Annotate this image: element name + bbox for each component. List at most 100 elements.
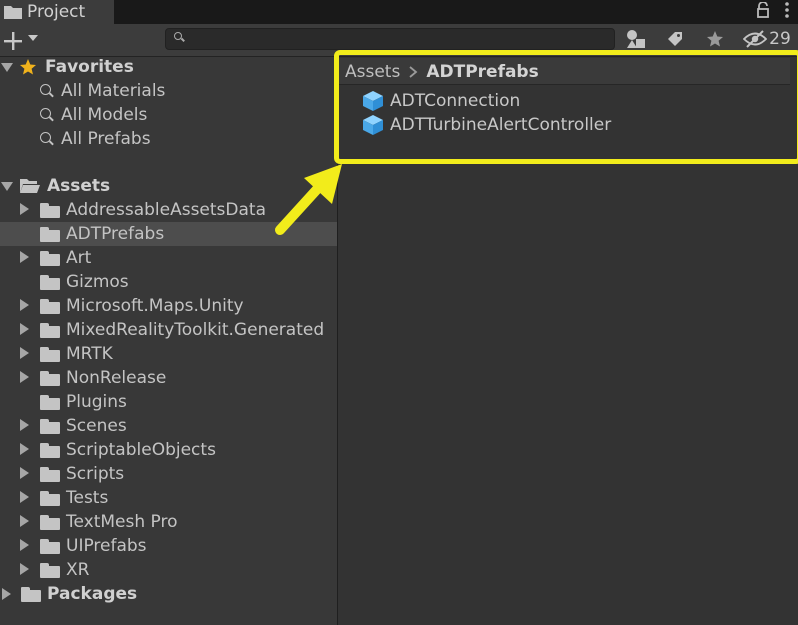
asset-item[interactable]: ADTTurbineAlertController bbox=[362, 113, 611, 137]
caret-down-icon[interactable] bbox=[1, 181, 13, 191]
caret-right-icon[interactable] bbox=[20, 443, 29, 455]
folder-row[interactable]: UIPrefabs bbox=[0, 534, 337, 558]
folder-icon bbox=[40, 538, 60, 554]
folder-label: NonRelease bbox=[66, 368, 167, 388]
folder-row[interactable]: MixedRealityToolkit.Generated bbox=[0, 318, 337, 342]
folder-open-icon bbox=[20, 179, 40, 193]
kebab-menu-icon[interactable] bbox=[784, 2, 790, 18]
folder-row[interactable]: NonRelease bbox=[0, 366, 337, 390]
caret-right-icon[interactable] bbox=[20, 539, 29, 551]
folder-label: TextMesh Pro bbox=[66, 512, 178, 532]
search-icon bbox=[40, 131, 51, 143]
assets-label: Assets bbox=[47, 176, 111, 196]
favorites-label: Favorites bbox=[45, 57, 134, 77]
favorites-header[interactable]: Favorites bbox=[0, 57, 337, 79]
folder-icon bbox=[40, 250, 60, 266]
caret-right-icon[interactable] bbox=[20, 563, 29, 575]
caret-right-icon[interactable] bbox=[20, 515, 29, 527]
caret-right-icon[interactable] bbox=[20, 371, 29, 383]
folder-row[interactable]: MRTK bbox=[0, 342, 337, 366]
favorite-item[interactable]: All Prefabs bbox=[0, 127, 337, 151]
folder-label: MRTK bbox=[66, 344, 113, 364]
eye-slash-icon bbox=[743, 30, 768, 48]
folder-row[interactable]: Microsoft.Maps.Unity bbox=[0, 294, 337, 318]
caret-right-icon[interactable] bbox=[20, 467, 29, 479]
folder-label: Scenes bbox=[66, 416, 127, 436]
caret-right-icon[interactable] bbox=[20, 203, 29, 215]
folder-label: ADTPrefabs bbox=[66, 224, 165, 244]
tab-bar: Project bbox=[0, 0, 798, 24]
search-icon bbox=[174, 32, 182, 40]
folder-label: Plugins bbox=[66, 392, 127, 412]
folder-icon bbox=[21, 586, 41, 602]
breadcrumb-root[interactable]: Assets bbox=[345, 62, 400, 82]
tab-project[interactable]: Project bbox=[0, 0, 114, 24]
hidden-packages-count: 29 bbox=[769, 29, 791, 49]
caret-right-icon[interactable] bbox=[20, 323, 29, 335]
folder-icon bbox=[40, 226, 60, 242]
folder-icon bbox=[40, 394, 60, 410]
caret-right-icon[interactable] bbox=[2, 588, 11, 600]
favorite-item[interactable]: All Materials bbox=[0, 79, 337, 103]
asset-label: ADTConnection bbox=[390, 91, 521, 111]
folder-label: Scripts bbox=[66, 464, 125, 484]
folder-row[interactable]: Scripts bbox=[0, 462, 337, 486]
folder-icon bbox=[4, 6, 22, 19]
breadcrumb-current[interactable]: ADTPrefabs bbox=[426, 62, 538, 82]
caret-right-icon[interactable] bbox=[20, 251, 29, 263]
folder-icon bbox=[40, 346, 60, 362]
project-toolbar: 29 bbox=[0, 24, 798, 57]
lock-icon[interactable] bbox=[756, 2, 770, 18]
save-search-favorite-button[interactable] bbox=[700, 26, 730, 52]
folder-row[interactable]: Plugins bbox=[0, 390, 337, 414]
search-input[interactable] bbox=[190, 30, 604, 49]
folder-label: ScriptableObjects bbox=[66, 440, 216, 460]
favorite-label: All Prefabs bbox=[61, 129, 151, 149]
asset-content-area bbox=[338, 57, 798, 625]
plus-icon bbox=[4, 31, 22, 50]
folder-label: AddressableAssetsData bbox=[66, 200, 267, 220]
folder-label: Art bbox=[66, 248, 92, 268]
folder-row[interactable]: Art bbox=[0, 246, 337, 270]
search-icon bbox=[40, 107, 51, 119]
tag-icon bbox=[668, 32, 682, 46]
folder-icon bbox=[40, 562, 60, 578]
folder-icon bbox=[40, 274, 60, 290]
folder-icon bbox=[40, 514, 60, 530]
folder-label: Gizmos bbox=[66, 272, 129, 292]
search-box[interactable] bbox=[165, 28, 615, 50]
folder-label: Microsoft.Maps.Unity bbox=[66, 296, 244, 316]
tab-title: Project bbox=[27, 2, 86, 22]
folder-icon bbox=[40, 490, 60, 506]
filter-by-label-button[interactable] bbox=[660, 26, 690, 52]
folder-row[interactable]: Scenes bbox=[0, 414, 337, 438]
favorite-item[interactable]: All Models bbox=[0, 103, 337, 127]
create-button[interactable] bbox=[3, 24, 23, 56]
hidden-packages-toggle[interactable]: 29 bbox=[738, 26, 796, 52]
caret-right-icon[interactable] bbox=[20, 491, 29, 503]
asset-item[interactable]: ADTConnection bbox=[362, 89, 520, 113]
caret-right-icon[interactable] bbox=[20, 347, 29, 359]
caret-right-icon[interactable] bbox=[20, 299, 29, 311]
folder-row[interactable]: ScriptableObjects bbox=[0, 438, 337, 462]
chevron-down-icon[interactable] bbox=[28, 35, 38, 41]
packages-header[interactable]: Packages bbox=[0, 582, 337, 606]
folder-icon bbox=[40, 298, 60, 314]
folder-label: MixedRealityToolkit.Generated bbox=[66, 320, 325, 340]
folder-row[interactable]: Gizmos bbox=[0, 270, 337, 294]
search-icon bbox=[40, 83, 51, 95]
star-icon bbox=[707, 31, 723, 47]
folder-row[interactable]: XR bbox=[0, 558, 337, 582]
filter-by-type-button[interactable] bbox=[622, 26, 652, 52]
folder-icon bbox=[40, 322, 60, 338]
folder-row[interactable]: Tests bbox=[0, 486, 337, 510]
caret-right-icon[interactable] bbox=[20, 419, 29, 431]
folder-tree: Favorites All Materials All Models All P… bbox=[0, 57, 337, 625]
asset-label: ADTTurbineAlertController bbox=[390, 115, 612, 135]
favorite-label: All Materials bbox=[61, 81, 166, 101]
folder-label: XR bbox=[66, 560, 90, 580]
breadcrumb: Assets ADTPrefabs bbox=[345, 61, 539, 83]
caret-down-icon[interactable] bbox=[1, 62, 13, 72]
star-icon bbox=[20, 59, 36, 75]
folder-row[interactable]: TextMesh Pro bbox=[0, 510, 337, 534]
